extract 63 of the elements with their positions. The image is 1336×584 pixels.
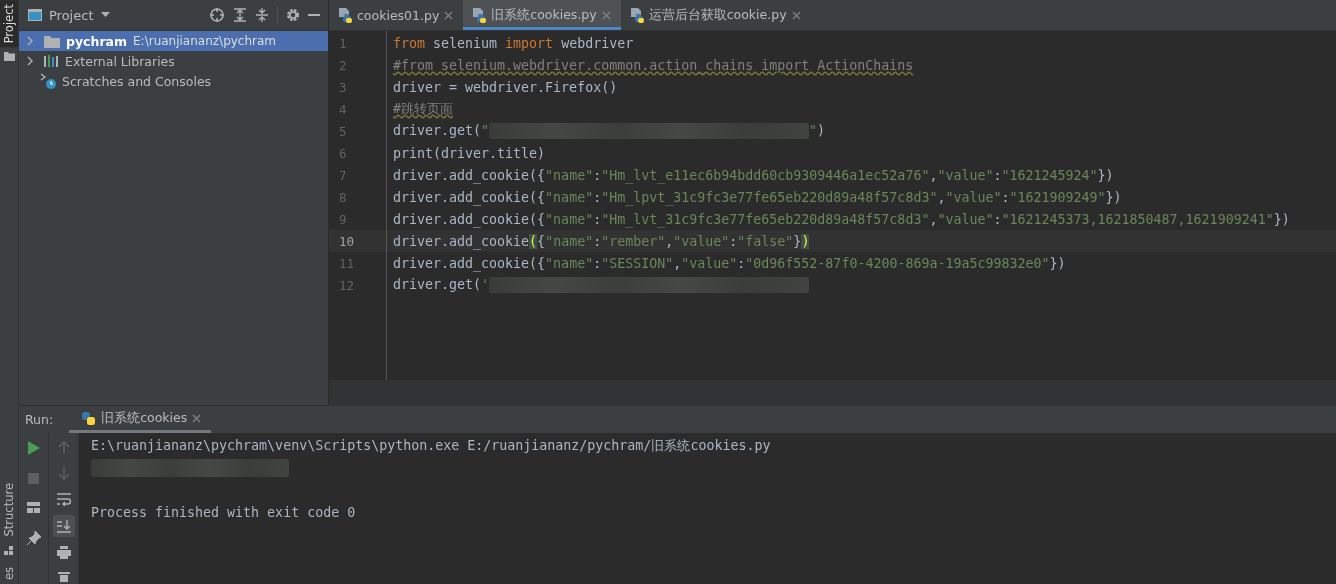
line-number: 8: [338, 189, 348, 205]
run-label: Run:: [25, 412, 54, 427]
code-line: driver.add_cookie({"name":"Hm_lpvt_31c9fc3e77fe65eb220d89a48f57c8d3","value":"1621909249"}): [393, 189, 1122, 205]
soft-wrap-icon[interactable]: [56, 493, 71, 506]
python-file-icon: [472, 7, 487, 23]
collapse-all-icon[interactable]: [255, 8, 269, 22]
run-icon[interactable]: [27, 441, 40, 455]
library-icon: [44, 55, 59, 67]
line-number: 3: [338, 79, 348, 95]
settings-icon[interactable]: [286, 8, 300, 22]
code-line: #跳转页面: [393, 100, 453, 118]
panel-icon: [28, 9, 42, 21]
code-line: driver.get(" "): [393, 123, 826, 139]
line-number: 2: [338, 57, 348, 73]
line-number: 9: [338, 211, 348, 227]
tree-item[interactable]: Scratches and Consoles: [19, 71, 328, 91]
console-line: E:\ruanjiananz\pychram\venv\Scripts\python.exe E:/ruanjiananz/pychram/旧系统cookies.py: [91, 437, 772, 455]
folder-icon[interactable]: [3, 51, 15, 62]
code-line: from selenium import webdriver: [393, 35, 634, 51]
expand-all-icon[interactable]: [233, 8, 247, 22]
code-line: print(driver.title): [393, 145, 546, 161]
caret-icon[interactable]: [101, 12, 111, 18]
line-number: 10: [338, 233, 356, 249]
code-line: driver.add_cookie({"name":"Hm_lvt_31c9fc3e77fe65eb220d89a48f57c8d3","value":"1621245373,1621850487,1621909241"}): [393, 211, 1290, 227]
tool-window-tab[interactable]: Project: [0, 0, 18, 48]
print-icon[interactable]: [56, 546, 71, 559]
line-number: 5: [338, 123, 348, 139]
close-icon[interactable]: [192, 413, 202, 423]
code-line: #from selenium.webdriver.common.action_chains import ActionChains: [393, 57, 914, 73]
tool-window-tab[interactable]: es: [0, 562, 18, 584]
line-number: 12: [338, 277, 356, 293]
code-line: driver.add_cookie({"name":"Hm_lvt_e11ec6b94bdd60cb9309446a1ec52a76","value":"1621245924"}): [393, 167, 1114, 183]
python-file-icon: [338, 7, 352, 23]
layout-icon[interactable]: [27, 502, 40, 513]
python-icon: [81, 410, 97, 426]
line-number: 6: [338, 145, 348, 161]
close-icon[interactable]: [791, 10, 801, 20]
pin-icon[interactable]: [26, 531, 41, 545]
structure-icon[interactable]: [4, 544, 14, 555]
line-number: 7: [338, 167, 348, 183]
line-number: 11: [338, 255, 356, 271]
tree-item[interactable]: External Libraries: [19, 51, 328, 71]
console-line: Process finished with exit code 0: [91, 503, 357, 522]
editor-tab[interactable]: 旧系统cookies.py: [463, 0, 621, 30]
panel-title[interactable]: Project: [49, 7, 94, 23]
trash-icon[interactable]: [57, 572, 70, 582]
scroll-to-end-button[interactable]: [52, 515, 75, 537]
code-line: driver.add_cookie({"name":"SESSION","value":"0d96f552-87f0-4200-869a-19a5c99832e0"}): [393, 255, 1066, 271]
close-icon[interactable]: [444, 10, 454, 20]
tool-window-tab[interactable]: Structure: [0, 479, 18, 541]
crosshair-icon[interactable]: [209, 7, 225, 23]
scratch-clock-icon: [40, 73, 56, 89]
code-line: driver.get(': [393, 277, 810, 293]
line-number: 4: [338, 101, 348, 117]
python-file-icon: [629, 7, 644, 23]
editor-tab[interactable]: 运营后台获取cookie.py: [620, 0, 811, 30]
tree-item[interactable]: pychram E:\ruanjiananz\pychram: [19, 31, 328, 51]
code-line: driver = webdriver.Firefox(): [393, 79, 618, 95]
run-tab[interactable]: 旧系统cookies: [69, 406, 212, 433]
editor-tab[interactable]: cookies01.py: [329, 0, 464, 30]
code-line: driver.add_cookie({"name":"rember","value":"false"}): [393, 233, 810, 249]
line-number: 1: [338, 35, 348, 51]
folder-icon: [44, 34, 60, 48]
